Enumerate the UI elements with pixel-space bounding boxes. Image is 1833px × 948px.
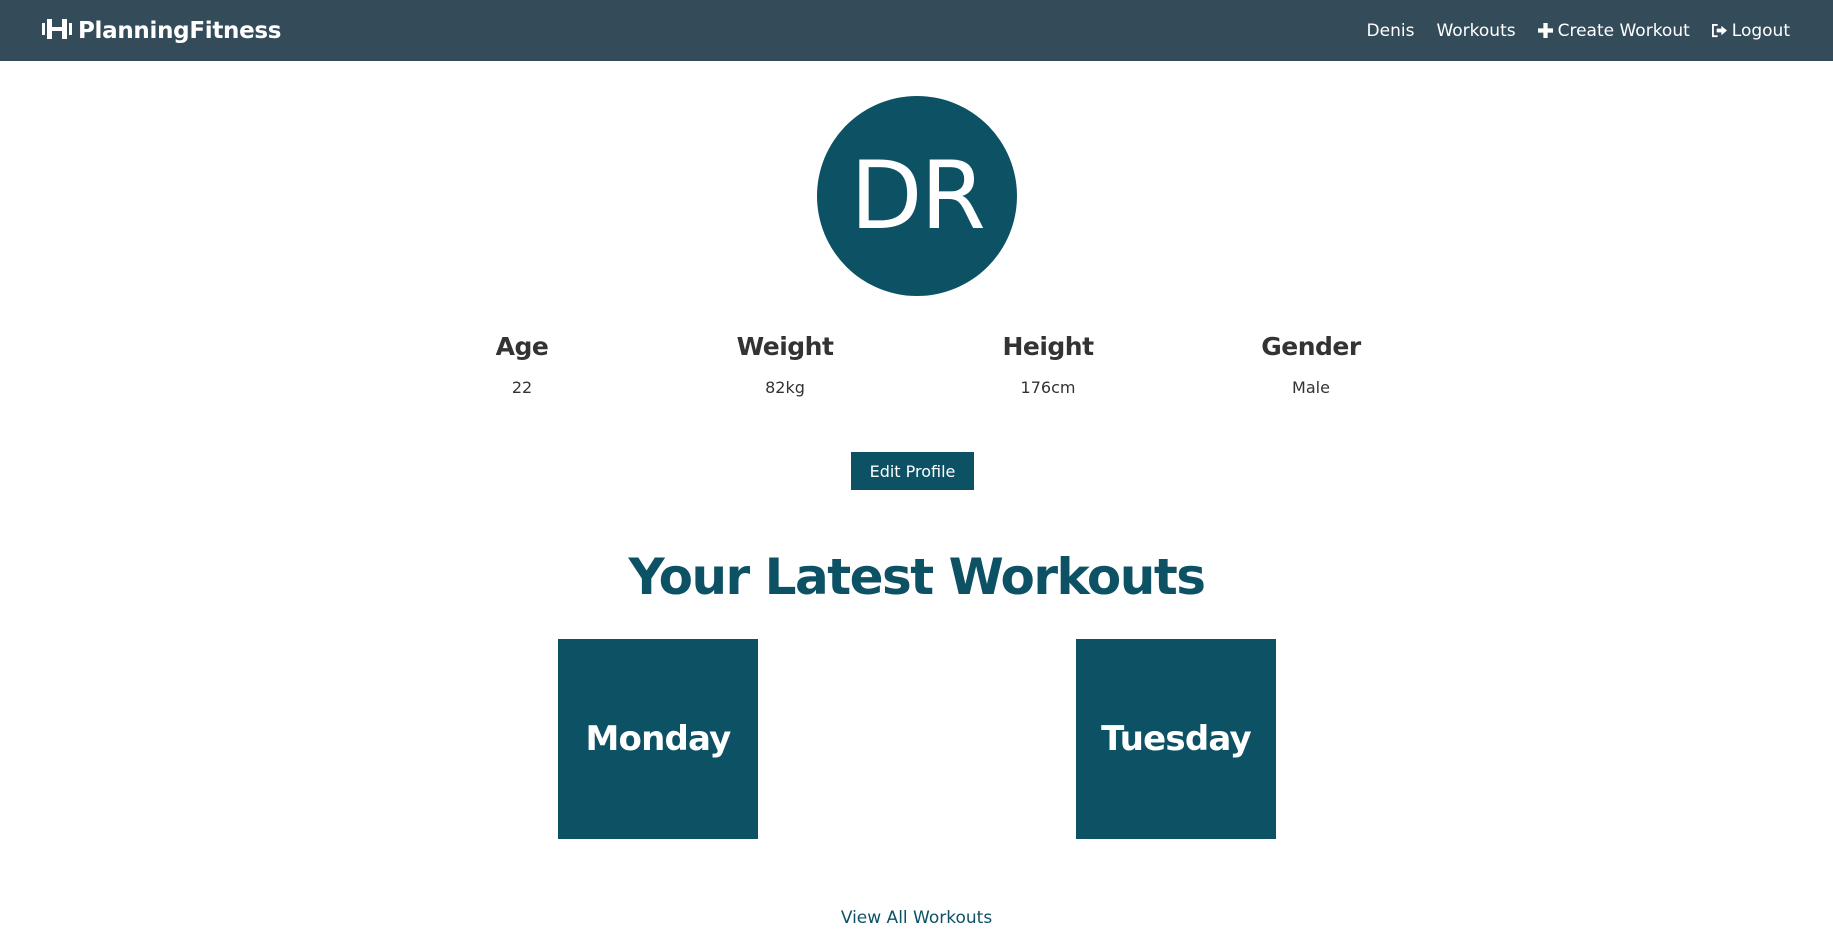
stat-gender: Gender Male bbox=[1211, 332, 1411, 397]
workout-card-label: Monday bbox=[585, 719, 732, 759]
edit-profile-button[interactable]: Edit Profile bbox=[851, 452, 974, 490]
stat-height-value: 176cm bbox=[1020, 378, 1076, 397]
stat-height: Height 176cm bbox=[948, 332, 1148, 397]
stat-age-value: 22 bbox=[511, 378, 533, 397]
stat-height-label: Height bbox=[1002, 332, 1094, 361]
stat-age: Age 22 bbox=[422, 332, 622, 397]
nav-link-create-workout[interactable]: Create Workout bbox=[1537, 20, 1690, 41]
nav-link-workouts[interactable]: Workouts bbox=[1436, 21, 1515, 41]
workout-card-monday[interactable]: Monday bbox=[558, 639, 758, 839]
view-all-workouts-link[interactable]: View All Workouts bbox=[0, 908, 1833, 928]
stat-gender-label: Gender bbox=[1261, 332, 1361, 361]
nav-link-logout[interactable]: Logout bbox=[1711, 20, 1790, 41]
latest-workouts-title: Your Latest Workouts bbox=[628, 548, 1206, 606]
avatar: DR bbox=[817, 96, 1017, 296]
workout-card-tuesday[interactable]: Tuesday bbox=[1076, 639, 1276, 839]
nav-link-workouts-label: Workouts bbox=[1436, 20, 1516, 41]
plus-icon bbox=[1537, 23, 1553, 38]
stat-weight-value: 82kg bbox=[765, 378, 805, 397]
nav-links: Denis Workouts Create Workout Logout bbox=[1345, 21, 1790, 41]
stat-weight: Weight 82kg bbox=[685, 332, 885, 397]
brand-name: PlanningFitness bbox=[78, 17, 282, 44]
nav-link-logout-label: Logout bbox=[1731, 20, 1790, 41]
top-navbar: PlanningFitness Denis Workouts Create Wo… bbox=[0, 0, 1833, 61]
stat-age-label: Age bbox=[495, 332, 549, 361]
workout-card-label: Tuesday bbox=[1101, 719, 1252, 759]
nav-link-profile-label: Denis bbox=[1366, 20, 1415, 41]
stat-weight-label: Weight bbox=[736, 332, 834, 361]
dumbbell-icon bbox=[42, 18, 78, 44]
brand-link[interactable]: PlanningFitness bbox=[42, 18, 281, 44]
nav-link-profile[interactable]: Denis bbox=[1367, 21, 1415, 41]
stat-gender-value: Male bbox=[1292, 378, 1330, 397]
sign-out-icon bbox=[1711, 23, 1727, 38]
nav-link-create-workout-label: Create Workout bbox=[1557, 20, 1690, 41]
